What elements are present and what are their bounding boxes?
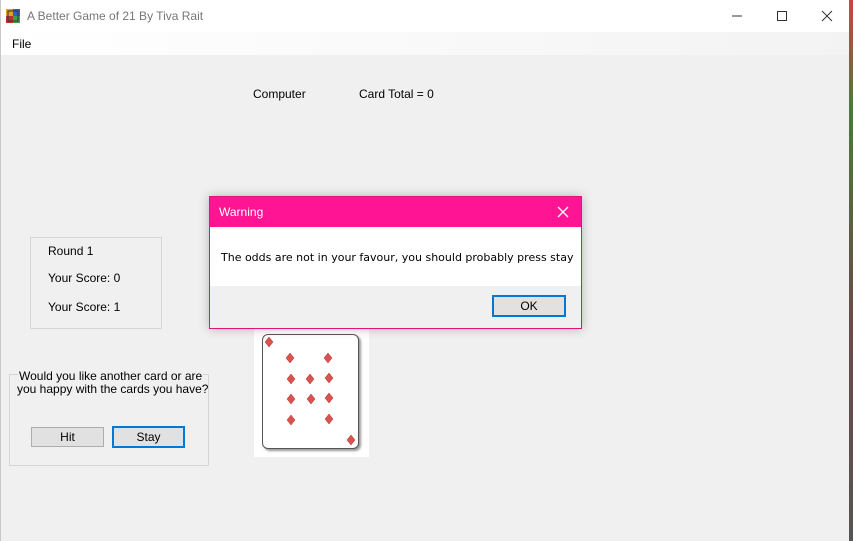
close-icon xyxy=(557,206,569,218)
dialog-footer: OK xyxy=(210,286,581,328)
hit-button[interactable]: Hit xyxy=(31,427,104,447)
diamond-pip-corner-bottom-icon xyxy=(346,434,356,446)
desktop-background xyxy=(849,0,853,541)
diamond-pip-icon xyxy=(306,393,316,405)
diamond-pip-icon xyxy=(305,373,315,385)
maximize-button[interactable] xyxy=(759,0,805,32)
diamond-pips xyxy=(264,336,356,446)
cards-app-icon xyxy=(6,9,20,23)
diamond-pip-icon xyxy=(286,393,296,405)
title-bar[interactable]: A Better Game of 21 By Tiva Rait xyxy=(1,0,850,32)
menu-file[interactable]: File xyxy=(12,37,31,51)
stay-button[interactable]: Stay xyxy=(112,426,185,448)
dialog-title-bar[interactable]: Warning xyxy=(210,197,581,227)
round-label: Round 1 xyxy=(48,244,94,258)
scoreboard-group: Round 1 Your Score: 0 Your Score: 1 xyxy=(30,237,162,329)
playing-card-nine-of-diamonds xyxy=(262,334,359,449)
diamond-pip-icon xyxy=(286,373,296,385)
dialog-message: The odds are not in your favour, you sho… xyxy=(221,251,574,264)
game-window: A Better Game of 21 By Tiva Rait File Co… xyxy=(0,0,850,541)
close-button[interactable] xyxy=(804,0,850,32)
diamond-pip-corner-top-icon xyxy=(264,336,274,348)
window-title: A Better Game of 21 By Tiva Rait xyxy=(27,9,204,23)
diamond-pip-icon xyxy=(323,352,333,364)
player-score-label-2: Your Score: 1 xyxy=(48,300,121,314)
prompt-line-2: you happy with the cards you have? xyxy=(17,382,209,396)
minimize-button[interactable] xyxy=(714,0,760,32)
dialog-title: Warning xyxy=(219,205,264,219)
dialog-close-button[interactable] xyxy=(553,202,573,222)
computer-card-total: Card Total = 0 xyxy=(359,87,434,101)
diamond-pip-icon xyxy=(324,413,334,425)
diamond-pip-icon xyxy=(324,372,334,384)
minimize-icon xyxy=(732,15,742,17)
player-score-label: Your Score: 0 xyxy=(48,271,121,285)
prompt-line-1: Would you like another card or are xyxy=(18,369,204,383)
close-icon xyxy=(821,10,833,22)
diamond-pip-icon xyxy=(286,414,296,426)
menu-bar: File xyxy=(1,32,850,55)
computer-label: Computer xyxy=(253,87,306,101)
diamond-pip-icon xyxy=(324,392,334,404)
player-card-area xyxy=(254,329,369,457)
choice-group: Would you like another card or are you h… xyxy=(9,369,209,466)
maximize-icon xyxy=(777,11,787,21)
ok-button[interactable]: OK xyxy=(492,295,566,317)
diamond-pip-icon xyxy=(285,352,295,364)
warning-dialog: Warning The odds are not in your favour,… xyxy=(209,196,582,329)
